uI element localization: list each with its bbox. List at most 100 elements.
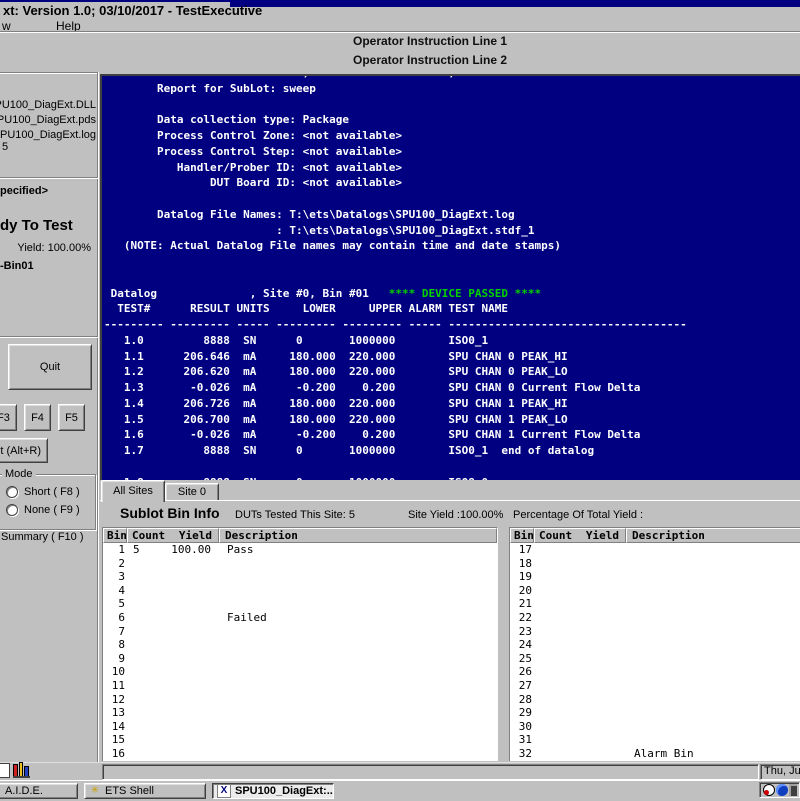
- bin-count-cell: [133, 597, 159, 611]
- bin-count-cell: [540, 597, 566, 611]
- bin-yield-cell: 100.00: [171, 543, 211, 556]
- sidebar-file: SPU100_DiagExt.log: [0, 129, 96, 141]
- partial-tray-icon[interactable]: [789, 784, 797, 796]
- bin-bin-cell: 16: [111, 746, 125, 760]
- col-header-yield: Yield: [585, 529, 619, 542]
- radio-icon[interactable]: [6, 485, 18, 498]
- col-header-count-yield: Count Yield: [534, 528, 626, 543]
- bin-yield-cell: [566, 652, 618, 666]
- col-header-bin: Bin: [103, 528, 127, 543]
- bin-table-row: 12: [103, 693, 497, 707]
- bin-yield-cell: [159, 665, 211, 679]
- bin-bin-cell: 11: [111, 678, 125, 692]
- bin-yield-cell: [566, 543, 618, 557]
- bin-count-cell: [133, 625, 159, 639]
- operator-instruction-line-2: Operator Instruction Line 2: [352, 53, 508, 67]
- bin-yield-cell: [566, 597, 618, 611]
- menu-separator: [0, 31, 800, 33]
- bin-count-cell: [133, 706, 159, 720]
- bin-table-row: 3: [103, 570, 497, 584]
- bin-bin-cell: 28: [518, 692, 532, 706]
- mode-radio-none-f9[interactable]: None ( F9 ): [6, 503, 80, 516]
- summary-f10-fragment[interactable]: Summary ( F10 ): [1, 531, 84, 543]
- taskbar-button-spu100-active[interactable]: X SPU100_DiagExt:...: [212, 783, 334, 799]
- fkey-button-f5[interactable]: F5: [58, 404, 85, 431]
- fkey-button-f3[interactable]: F3: [0, 404, 17, 431]
- bin-bin-cell: 2: [118, 556, 125, 570]
- desktop: { "titlebar": { "title": "xt: Version 1.…: [0, 0, 800, 801]
- datalog-console[interactable]: , , Report for SubLot: sweep Data collec…: [100, 74, 800, 480]
- bin-bin-cell: 20: [518, 583, 532, 597]
- bin-yield-cell: [159, 720, 211, 734]
- bin-bin-cell: 18: [518, 556, 532, 570]
- bin-yield-cell: [159, 584, 211, 598]
- bin-count-cell: [540, 720, 566, 734]
- col-header-count-yield: Count Yield: [127, 528, 219, 543]
- bin-count-cell: [133, 570, 159, 584]
- quit-button[interactable]: Quit: [8, 344, 92, 390]
- network-globe-tray-icon[interactable]: [776, 784, 788, 796]
- bin-desc-cell: Alarm Bin: [634, 746, 694, 760]
- bin-table-row: 31: [510, 733, 800, 747]
- bin-table-row: 21: [510, 597, 800, 611]
- bin-bin-cell: 25: [518, 651, 532, 665]
- tab-site-0[interactable]: Site 0: [165, 483, 219, 501]
- status-clock: Thu, Ju: [760, 764, 800, 780]
- bin-table-row: 11: [103, 679, 497, 693]
- bin-bin-cell: 3: [118, 570, 125, 584]
- col-header-count: Count: [539, 529, 573, 542]
- bin-table-row: 15: [103, 733, 497, 747]
- status-ready-to-test: dy To Test: [0, 217, 73, 234]
- bin-count-cell: [540, 733, 566, 747]
- alarm-clock-tray-icon[interactable]: [763, 784, 775, 796]
- bin-count-cell: [133, 747, 159, 761]
- bin-yield-cell: [159, 693, 211, 707]
- bin-yield-cell: [159, 733, 211, 747]
- bin-table-row: 30: [510, 720, 800, 734]
- bin-count-cell: [133, 693, 159, 707]
- document-icon[interactable]: [0, 763, 10, 778]
- bin-table-row: 32 Alarm Bin: [510, 747, 800, 761]
- bin-bin-cell: 23: [518, 624, 532, 638]
- bin-count-cell: [540, 611, 566, 625]
- bin-yield-cell: [566, 638, 618, 652]
- bin-yield-cell: [566, 706, 618, 720]
- bin-yield-cell: [566, 747, 618, 761]
- mode-radio-short-f8[interactable]: Short ( F8 ): [6, 485, 80, 498]
- bin-count-cell: [540, 638, 566, 652]
- bin-count-cell: [540, 679, 566, 693]
- tab-all-sites[interactable]: All Sites: [101, 480, 165, 502]
- fkey-button-f4[interactable]: F4: [24, 404, 51, 431]
- bin-yield-cell: [159, 625, 211, 639]
- bin-bin-cell: 27: [518, 678, 532, 692]
- bin-table-row: 9: [103, 652, 497, 666]
- taskbar-button-ets-shell[interactable]: ✳ ETS Shell: [84, 783, 206, 799]
- col-header-count: Count: [132, 529, 166, 542]
- bin-table-row: 19: [510, 570, 800, 584]
- sidebar-file: SPU100_DiagExt.DLL: [0, 99, 96, 111]
- bin-yield-cell: [159, 652, 211, 666]
- radio-icon[interactable]: [6, 503, 18, 516]
- bin-table-row: 4: [103, 584, 497, 598]
- bin-bin-cell: 21: [518, 597, 532, 611]
- bin-yield-cell: [159, 679, 211, 693]
- bin-bin-cell: 19: [518, 570, 532, 584]
- fkey-button-row: F3 F4 F5: [0, 404, 100, 431]
- titlebar-strip: [0, 0, 230, 2]
- bin-count-cell: [133, 665, 159, 679]
- bin-bin-cell: 5: [118, 597, 125, 611]
- taskbar-button-aide[interactable]: A.I.D.E.: [0, 783, 78, 799]
- col-header-yield: Yield: [178, 529, 212, 542]
- bin-count-cell: [540, 665, 566, 679]
- bin-table-body-right: 17 18 19 20 21 22 23 24 25 26 27 28 29 30 31 32 Alarm Bi…: [510, 543, 800, 761]
- col-header-description: Description: [219, 528, 497, 543]
- bin-table-row: 1 5 100.00 Pass: [103, 543, 497, 557]
- repeat-alt-r-button[interactable]: t (Alt+R): [0, 438, 48, 463]
- bin-count-cell: [540, 693, 566, 707]
- bin-bin-cell: 7: [118, 624, 125, 638]
- bar-chart-icon[interactable]: [13, 762, 30, 778]
- bin-table-row: 2: [103, 557, 497, 571]
- bin-desc-cell: Pass: [227, 543, 254, 556]
- bin-bin-cell: 15: [111, 733, 125, 747]
- status-message-field: [102, 764, 759, 780]
